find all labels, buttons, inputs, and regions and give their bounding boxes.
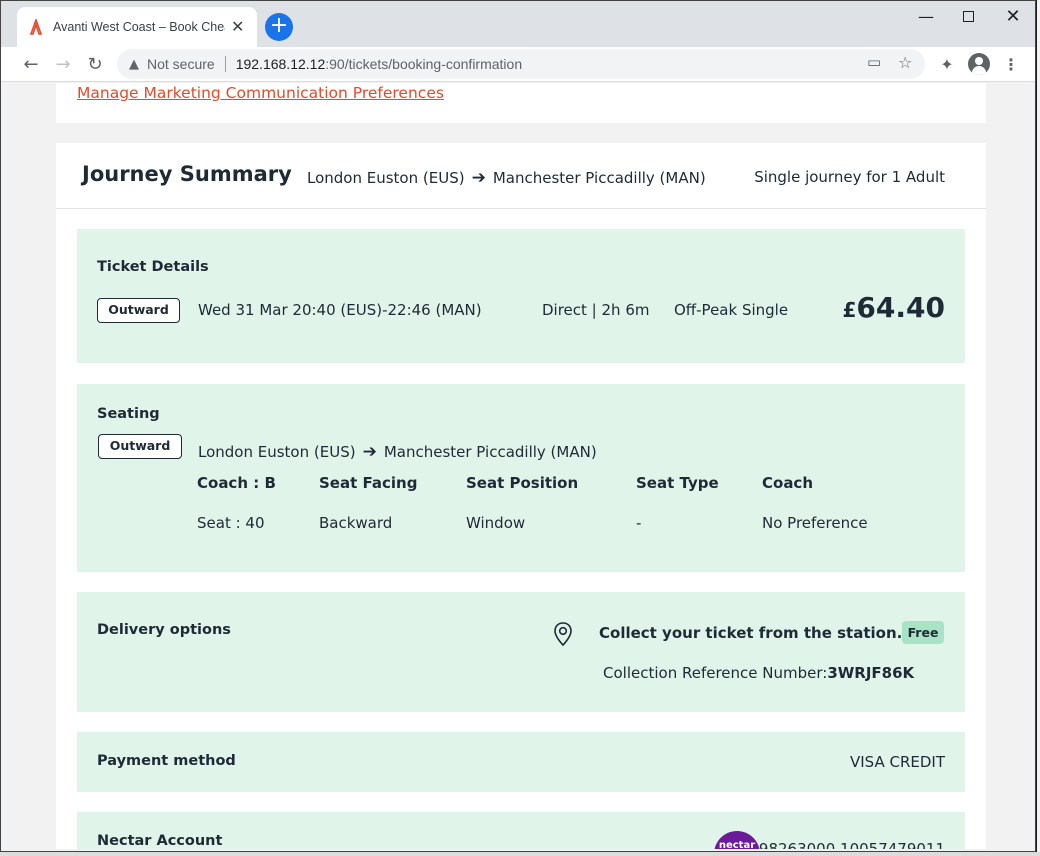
- origin-station: London Euston (EUS): [307, 169, 465, 187]
- seat-header-position: Seat Position: [466, 474, 579, 492]
- kebab-menu-icon[interactable]: ⋮: [999, 52, 1023, 76]
- nectar-logo: nectar: [714, 831, 760, 849]
- marketing-card: Manage Marketing Communication Preferenc…: [56, 83, 986, 123]
- page-viewport: Manage Marketing Communication Preferenc…: [7, 83, 1031, 849]
- omnibox-divider: [224, 56, 226, 72]
- desktop-edge-bottom: [0, 852, 1040, 856]
- minimize-icon[interactable]: —: [906, 7, 946, 26]
- journey-summary-title: Journey Summary: [82, 162, 292, 186]
- browser-tab[interactable]: Avanti West Coast – Book Cheap ✕: [17, 7, 257, 47]
- nectar-panel: Nectar Account nectar 98263000 100574790…: [77, 812, 965, 849]
- seating-panel: Seating Outward London Euston (EUS) ➔ Ma…: [77, 384, 965, 572]
- delivery-title: Delivery options: [97, 622, 231, 638]
- url-host: 192.168.12.12: [235, 56, 326, 72]
- outward-tag: Outward: [98, 434, 182, 459]
- journey-summary-header: Journey Summary London Euston (EUS) ➔ Ma…: [56, 143, 986, 209]
- security-label: Not secure: [147, 56, 215, 72]
- close-window-icon[interactable]: ✕: [993, 6, 1033, 27]
- price-currency: £: [842, 298, 857, 322]
- ticket-fare-type: Off-Peak Single: [674, 301, 789, 319]
- forward-arrow-icon[interactable]: →: [51, 52, 75, 76]
- journey-summary-card: Journey Summary London Euston (EUS) ➔ Ma…: [56, 143, 986, 849]
- seat-header-coach-pref: Coach: [762, 474, 814, 492]
- collection-reference: Collection Reference Number:3WRJF86K: [603, 664, 914, 682]
- avanti-logo-icon: [29, 19, 43, 35]
- outward-tag: Outward: [97, 298, 180, 323]
- collect-at-station-text: Collect your ticket from the station.: [599, 624, 903, 642]
- tab-bar: Avanti West Coast – Book Cheap ✕ + — ✕: [1, 1, 1035, 47]
- seat-value-coach-pref: No Preference: [762, 514, 868, 532]
- trip-type: Single journey for 1 Adult: [754, 168, 945, 186]
- destination-station: Manchester Piccadilly (MAN): [492, 169, 706, 187]
- profile-avatar-icon[interactable]: [967, 52, 991, 76]
- tab-title: Avanti West Coast – Book Cheap: [53, 20, 225, 34]
- free-badge: Free: [902, 621, 944, 644]
- route-arrow-icon: ➔: [362, 442, 377, 462]
- address-bar[interactable]: ▲ Not secure 192.168.12.12:90/tickets/bo…: [117, 49, 925, 79]
- reload-icon[interactable]: ↻: [83, 52, 107, 76]
- close-tab-icon[interactable]: ✕: [231, 19, 244, 35]
- seating-route: London Euston (EUS) ➔ Manchester Piccadi…: [198, 442, 597, 462]
- seat-header-facing: Seat Facing: [319, 474, 418, 492]
- collection-ref-value: 3WRJF86K: [827, 664, 915, 682]
- bookmark-star-icon[interactable]: ☆: [898, 53, 912, 72]
- payment-method-value: VISA CREDIT: [849, 753, 945, 771]
- maximize-icon[interactable]: [948, 7, 988, 25]
- seat-value-type: -: [636, 514, 642, 532]
- reader-mode-icon[interactable]: ▭: [867, 53, 881, 71]
- delivery-panel: Delivery options Collect your ticket fro…: [77, 592, 965, 712]
- marketing-preferences-link[interactable]: Manage Marketing Communication Preferenc…: [77, 84, 444, 102]
- seat-value-facing: Backward: [319, 514, 393, 532]
- seat-header-coach: Coach : B: [197, 474, 276, 492]
- nectar-title: Nectar Account: [97, 833, 223, 849]
- new-tab-button[interactable]: +: [265, 13, 293, 41]
- seat-header-type: Seat Type: [636, 474, 719, 492]
- payment-title: Payment method: [97, 753, 236, 769]
- back-arrow-icon[interactable]: ←: [19, 52, 43, 76]
- ticket-datetime: Wed 31 Mar 20:40 (EUS)-22:46 (MAN): [198, 301, 482, 319]
- journey-route: London Euston (EUS) ➔ Manchester Piccadi…: [307, 168, 706, 188]
- seating-destination: Manchester Piccadilly (MAN): [383, 443, 597, 461]
- ticket-duration: Direct | 2h 6m: [542, 301, 650, 319]
- price-amount: 64.40: [856, 291, 945, 324]
- nectar-number: 98263000 10057479011: [758, 840, 945, 849]
- seating-origin: London Euston (EUS): [198, 443, 356, 461]
- extensions-puzzle-icon[interactable]: ✦: [935, 52, 959, 76]
- url-path: :90/tickets/booking-confirmation: [325, 56, 523, 72]
- route-arrow-icon: ➔: [471, 168, 486, 188]
- ticket-details-panel: Ticket Details Outward Wed 31 Mar 20:40 …: [77, 229, 965, 363]
- warning-icon: ▲: [129, 56, 139, 72]
- seat-value-seat: Seat : 40: [197, 514, 265, 532]
- browser-window: Avanti West Coast – Book Cheap ✕ + — ✕ ←…: [0, 0, 1036, 852]
- seating-title: Seating: [97, 406, 160, 422]
- seat-value-position: Window: [466, 514, 526, 532]
- ticket-price: £64.40: [843, 291, 946, 324]
- payment-panel: Payment method VISA CREDIT: [77, 732, 965, 792]
- ticket-details-title: Ticket Details: [97, 259, 209, 275]
- collection-ref-label: Collection Reference Number:: [603, 664, 828, 682]
- location-pin-icon: [554, 622, 572, 647]
- browser-toolbar: ← → ↻ ▲ Not secure 192.168.12.12:90/tick…: [1, 47, 1035, 82]
